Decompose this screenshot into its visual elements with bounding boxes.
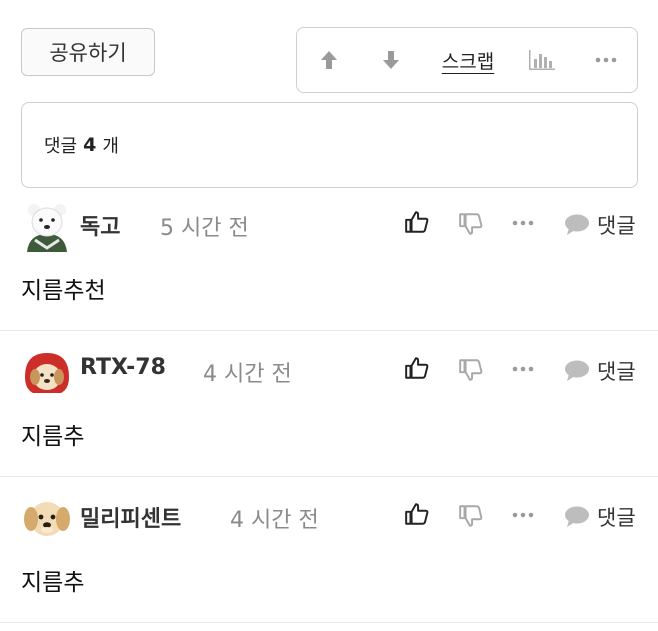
- comment-count-prefix: 댓글: [44, 136, 78, 157]
- divider: [0, 622, 658, 623]
- comment-more-button[interactable]: [512, 365, 534, 373]
- dislike-button[interactable]: [458, 357, 484, 383]
- arrow-up-icon: [321, 51, 337, 69]
- more-dots-icon: [595, 57, 617, 63]
- comment-text: 지름추: [21, 570, 85, 596]
- dislike-button[interactable]: [458, 503, 484, 529]
- comment-author[interactable]: 독고: [80, 209, 120, 241]
- speech-bubble-icon: [565, 360, 589, 381]
- divider: [0, 330, 658, 331]
- comment-time: 4 시간 전: [203, 362, 292, 387]
- comment-text: 지름추: [21, 424, 85, 450]
- comment-text: 지름추천: [21, 278, 106, 304]
- thumbs-down-icon: [459, 213, 483, 235]
- avatar-puppy: [24, 502, 70, 536]
- reply-label: 댓글: [597, 506, 636, 530]
- more-button[interactable]: [593, 28, 619, 92]
- divider: [0, 476, 658, 477]
- more-dots-icon: [512, 220, 534, 226]
- comment-author[interactable]: 밀리피센트: [80, 501, 181, 533]
- avatar-polar-bear: [27, 204, 67, 252]
- comment-more-button[interactable]: [512, 511, 534, 519]
- reply-button[interactable]: 댓글: [563, 356, 636, 386]
- like-button[interactable]: [404, 501, 430, 527]
- more-dots-icon: [512, 512, 534, 518]
- speech-bubble-icon: [565, 506, 589, 527]
- avatar-red-hood-dog: [25, 353, 69, 393]
- thumbs-up-icon: [405, 357, 429, 379]
- post-toolbar: 스크랩: [296, 27, 638, 93]
- thumbs-up-icon: [405, 503, 429, 525]
- comment-more-button[interactable]: [512, 219, 534, 227]
- dislike-button[interactable]: [458, 211, 484, 237]
- comment-item: 독고 5 시간 전 댓글 지름추천: [0, 195, 658, 331]
- comment-count-box: 댓글 4 개: [21, 102, 638, 188]
- thumbs-up-icon: [405, 211, 429, 233]
- reply-label: 댓글: [597, 214, 636, 238]
- upvote-button[interactable]: [315, 28, 343, 92]
- like-button[interactable]: [404, 355, 430, 381]
- scrap-button[interactable]: 스크랩: [435, 28, 501, 92]
- more-dots-icon: [512, 366, 534, 372]
- like-button[interactable]: [404, 209, 430, 235]
- downvote-button[interactable]: [377, 28, 405, 92]
- bar-chart-icon: [529, 50, 555, 70]
- comment-time: 4 시간 전: [230, 508, 319, 533]
- reply-button[interactable]: 댓글: [563, 210, 636, 240]
- comment-count-suffix: 개: [102, 136, 119, 157]
- comment-item: 밀리피센트 4 시간 전 댓글 지름추: [0, 487, 658, 623]
- arrow-down-icon: [383, 51, 399, 69]
- thumbs-down-icon: [459, 359, 483, 381]
- comment-author[interactable]: RTX-78: [80, 355, 166, 380]
- comment-item: RTX-78 4 시간 전 댓글 지름추: [0, 341, 658, 477]
- thumbs-down-icon: [459, 505, 483, 527]
- share-button[interactable]: 공유하기: [21, 28, 155, 76]
- speech-bubble-icon: [565, 214, 589, 235]
- stats-button[interactable]: [525, 28, 559, 92]
- reply-label: 댓글: [597, 360, 636, 384]
- comment-count-number: 4: [83, 134, 97, 156]
- reply-button[interactable]: 댓글: [563, 502, 636, 532]
- comment-time: 5 시간 전: [160, 216, 249, 241]
